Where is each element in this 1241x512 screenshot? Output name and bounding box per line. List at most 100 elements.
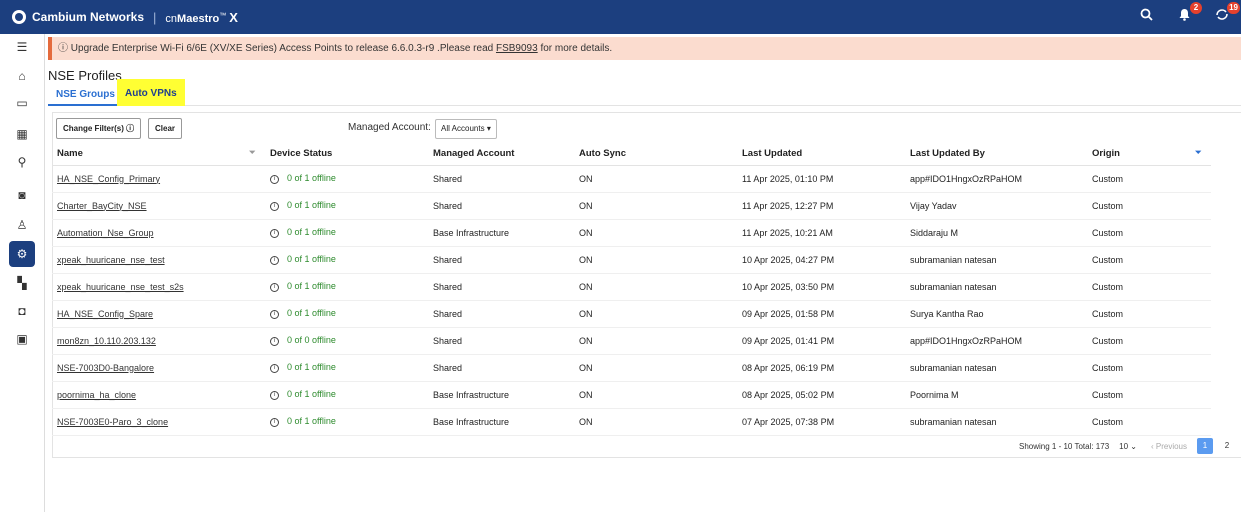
cell-device-status: i0 of 1 offline xyxy=(265,219,428,247)
table-row[interactable]: mon8zn_10.110.203.132 i 0 of 0 offline Shar… xyxy=(52,327,1211,355)
info-icon[interactable]: i xyxy=(270,228,279,238)
table-row[interactable]: Automation_Nse_Group i 0 of 1 offline Base … xyxy=(52,219,1211,247)
table-row[interactable]: poornima_ha_clone i 0 of 1 offline Base Inf… xyxy=(52,381,1211,409)
table-row[interactable]: xpeak_huuricane_nse_test i 0 of 1 offline S… xyxy=(52,246,1211,274)
cell-name: xpeak_huuricane_nse_test xyxy=(52,246,265,274)
cell-last-updated-by: subramanian natesan xyxy=(905,273,1087,301)
group-name-link[interactable]: xpeak_huuricane_nse_test xyxy=(57,255,165,265)
page-button-2[interactable]: 2 xyxy=(1219,438,1235,454)
home-icon[interactable]: ⌂ xyxy=(11,65,33,87)
info-icon: ⓘ xyxy=(58,43,71,54)
menu-hamburger-icon[interactable]: ☰ xyxy=(11,36,33,58)
cell-name: poornima_ha_clone xyxy=(52,381,265,409)
cell-last-updated-by: subramanian natesan xyxy=(905,354,1087,382)
filter-icon[interactable]: ⏷ xyxy=(1195,149,1203,157)
page-button-1[interactable]: 1 xyxy=(1197,438,1213,454)
banner-fsb-link[interactable]: FSB9093 xyxy=(496,43,538,54)
column-header-device-status[interactable]: Device Status xyxy=(265,143,428,166)
info-icon[interactable]: i xyxy=(270,390,279,400)
group-name-link[interactable]: HA_NSE_Config_Primary xyxy=(57,174,160,184)
previous-page-button[interactable]: ‹ Previous xyxy=(1151,442,1187,451)
group-name-link[interactable]: Automation_Nse_Group xyxy=(57,228,154,238)
cell-name: Automation_Nse_Group xyxy=(52,219,265,247)
info-icon[interactable]: i xyxy=(270,309,279,319)
cell-auto-sync: ON xyxy=(574,408,737,436)
table-row[interactable]: Charter_BayCity_NSE i 0 of 1 offline Shared… xyxy=(52,192,1211,220)
cell-auto-sync: ON xyxy=(574,327,737,355)
group-name-link[interactable]: xpeak_huuricane_nse_test_s2s xyxy=(57,282,184,292)
user-settings-icon[interactable]: ♙ xyxy=(11,214,33,236)
table-row[interactable]: NSE-7003E0-Paro_3_clone i 0 of 1 offline Ba… xyxy=(52,408,1211,436)
managed-account-label: Managed Account: xyxy=(348,122,431,133)
cell-origin: Custom xyxy=(1087,192,1211,220)
filter-icon[interactable]: ⏷ xyxy=(249,149,257,157)
cell-managed-account: Shared xyxy=(428,354,574,382)
table-row[interactable]: xpeak_huuricane_nse_test_s2s i 0 of 1 offl… xyxy=(52,273,1211,301)
product-name: cnMaestro™ X xyxy=(165,9,238,25)
cell-auto-sync: ON xyxy=(574,354,737,382)
monitor-icon[interactable]: ▭ xyxy=(11,92,33,114)
cell-device-status: i0 of 1 offline xyxy=(265,246,428,274)
cell-managed-account: Shared xyxy=(428,327,574,355)
notifications-bell-icon[interactable]: 2 xyxy=(1175,2,1202,26)
column-header-last-updated-by[interactable]: Last Updated By xyxy=(905,143,1087,166)
cell-device-status: i0 of 1 offline xyxy=(265,165,428,193)
column-header-name[interactable]: Name ⏷ xyxy=(52,143,265,166)
banner-suffix: for more details. xyxy=(537,43,613,54)
cell-name: xpeak_huuricane_nse_test_s2s xyxy=(52,273,265,301)
tab-auto-vpns[interactable]: Auto VPNs xyxy=(117,79,185,106)
table-header-row: Name ⏷ Device Status Managed Account Auto… xyxy=(52,143,1211,166)
billing-icon[interactable]: ▣ xyxy=(11,328,33,350)
banner-text: Upgrade Enterprise Wi-Fi 6/6E (XV/XE Ser… xyxy=(70,43,496,54)
info-icon[interactable]: i xyxy=(270,201,279,211)
location-pin-icon[interactable]: ⚲ xyxy=(11,151,33,173)
clear-button[interactable]: Clear xyxy=(148,118,183,139)
info-icon[interactable]: i xyxy=(270,174,279,184)
caret-down-icon: ▾ xyxy=(486,124,491,133)
table-row[interactable]: HA_NSE_Config_Primary i 0 of 1 offline Shar… xyxy=(52,165,1211,193)
table-row[interactable]: NSE-7003D0-Bangalore i 0 of 1 offline Share… xyxy=(52,354,1211,382)
info-icon: ⓘ xyxy=(126,124,135,133)
info-icon[interactable]: i xyxy=(270,417,279,427)
cell-managed-account: Base Infrastructure xyxy=(428,381,574,409)
managed-account-select[interactable]: All Accounts ▾ xyxy=(435,119,497,139)
cell-auto-sync: ON xyxy=(574,246,737,274)
group-name-link[interactable]: Charter_BayCity_NSE xyxy=(57,201,147,211)
reports-icon[interactable]: ◘ xyxy=(11,300,33,322)
sync-icon[interactable]: 19 xyxy=(1213,2,1240,26)
camera-icon[interactable]: ◙ xyxy=(11,184,33,206)
cell-device-status: i0 of 1 offline xyxy=(265,273,428,301)
group-name-link[interactable]: poornima_ha_clone xyxy=(57,390,136,400)
table-row[interactable]: HA_NSE_Config_Spare i 0 of 1 offline Shared… xyxy=(52,300,1211,328)
search-icon[interactable] xyxy=(1137,8,1155,26)
gear-icon[interactable]: ⚙ xyxy=(9,241,35,267)
nse-groups-table: Name ⏷ Device Status Managed Account Auto… xyxy=(52,143,1211,436)
info-icon[interactable]: i xyxy=(270,336,279,346)
cell-name: NSE-7003E0-Paro_3_clone xyxy=(52,408,265,436)
page-size-select[interactable]: 10 ⌄ xyxy=(1119,442,1137,451)
column-header-managed-account[interactable]: Managed Account xyxy=(428,143,574,166)
apps-grid-icon[interactable]: ▚ xyxy=(11,272,33,294)
cell-auto-sync: ON xyxy=(574,300,737,328)
cell-last-updated-by: app#IDO1HngxOzRPaHOM xyxy=(905,327,1087,355)
cell-last-updated: 07 Apr 2025, 07:38 PM xyxy=(737,408,905,436)
cell-name: NSE-7003D0-Bangalore xyxy=(52,354,265,382)
group-name-link[interactable]: NSE-7003D0-Bangalore xyxy=(57,363,154,373)
cell-last-updated: 09 Apr 2025, 01:41 PM xyxy=(737,327,905,355)
info-icon[interactable]: i xyxy=(270,255,279,265)
column-header-last-updated[interactable]: Last Updated xyxy=(737,143,905,166)
cell-managed-account: Shared xyxy=(428,273,574,301)
group-name-link[interactable]: mon8zn_10.110.203.132 xyxy=(57,336,156,346)
group-name-link[interactable]: HA_NSE_Config_Spare xyxy=(57,309,153,319)
cell-name: mon8zn_10.110.203.132 xyxy=(52,327,265,355)
cell-managed-account: Shared xyxy=(428,300,574,328)
column-header-origin[interactable]: Origin ⏷ xyxy=(1087,143,1211,166)
info-icon[interactable]: i xyxy=(270,282,279,292)
table-icon[interactable]: ▦ xyxy=(11,123,33,145)
info-icon[interactable]: i xyxy=(270,363,279,373)
group-name-link[interactable]: NSE-7003E0-Paro_3_clone xyxy=(57,417,168,427)
change-filters-button[interactable]: Change Filter(s) ⓘ xyxy=(56,118,142,139)
tab-nse-groups[interactable]: NSE Groups xyxy=(48,82,123,106)
column-header-auto-sync[interactable]: Auto Sync xyxy=(574,143,737,166)
cell-name: HA_NSE_Config_Primary xyxy=(52,165,265,193)
